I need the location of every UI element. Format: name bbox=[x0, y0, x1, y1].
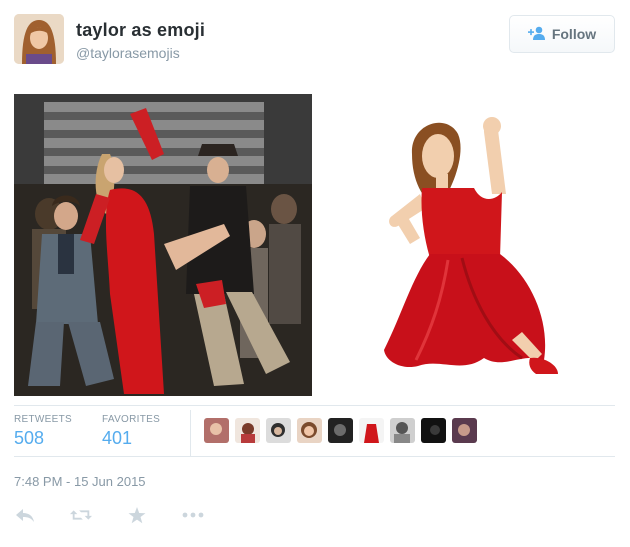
stats-bottom-divider bbox=[14, 456, 615, 457]
favorites-count[interactable]: 401 bbox=[102, 428, 132, 449]
user-avatar-9[interactable] bbox=[452, 418, 477, 443]
user-avatar-7[interactable] bbox=[390, 418, 415, 443]
tweet-actions bbox=[14, 505, 204, 525]
username-handle[interactable]: @taylorasemojis bbox=[76, 45, 180, 61]
user-avatar-2[interactable] bbox=[235, 418, 260, 443]
display-name[interactable]: taylor as emoji bbox=[76, 20, 205, 41]
follow-label: Follow bbox=[551, 26, 597, 42]
retweet-icon[interactable] bbox=[70, 505, 92, 525]
favoriter-avatars bbox=[204, 418, 477, 443]
follow-user-icon bbox=[527, 26, 546, 43]
user-avatar-1[interactable] bbox=[204, 418, 229, 443]
more-icon[interactable] bbox=[182, 505, 204, 525]
dancer-emoji-image[interactable] bbox=[372, 108, 562, 380]
user-avatar-3[interactable] bbox=[266, 418, 291, 443]
stats-top-divider bbox=[14, 405, 615, 406]
reply-icon[interactable] bbox=[14, 505, 36, 525]
user-avatar-8[interactable] bbox=[421, 418, 446, 443]
tweet-photo[interactable] bbox=[14, 94, 312, 396]
profile-avatar[interactable] bbox=[14, 14, 64, 64]
favorites-label: FAVORITES bbox=[102, 414, 161, 425]
user-avatar-5[interactable] bbox=[328, 418, 353, 443]
follow-button[interactable]: Follow bbox=[509, 15, 615, 53]
favorite-icon[interactable] bbox=[126, 505, 148, 525]
retweets-label: RETWEETS bbox=[14, 414, 72, 425]
retweets-count[interactable]: 508 bbox=[14, 428, 44, 449]
user-avatar-6[interactable] bbox=[359, 418, 384, 443]
user-avatar-4[interactable] bbox=[297, 418, 322, 443]
stats-separator bbox=[190, 410, 191, 456]
tweet-timestamp[interactable]: 7:48 PM - 15 Jun 2015 bbox=[14, 474, 146, 489]
